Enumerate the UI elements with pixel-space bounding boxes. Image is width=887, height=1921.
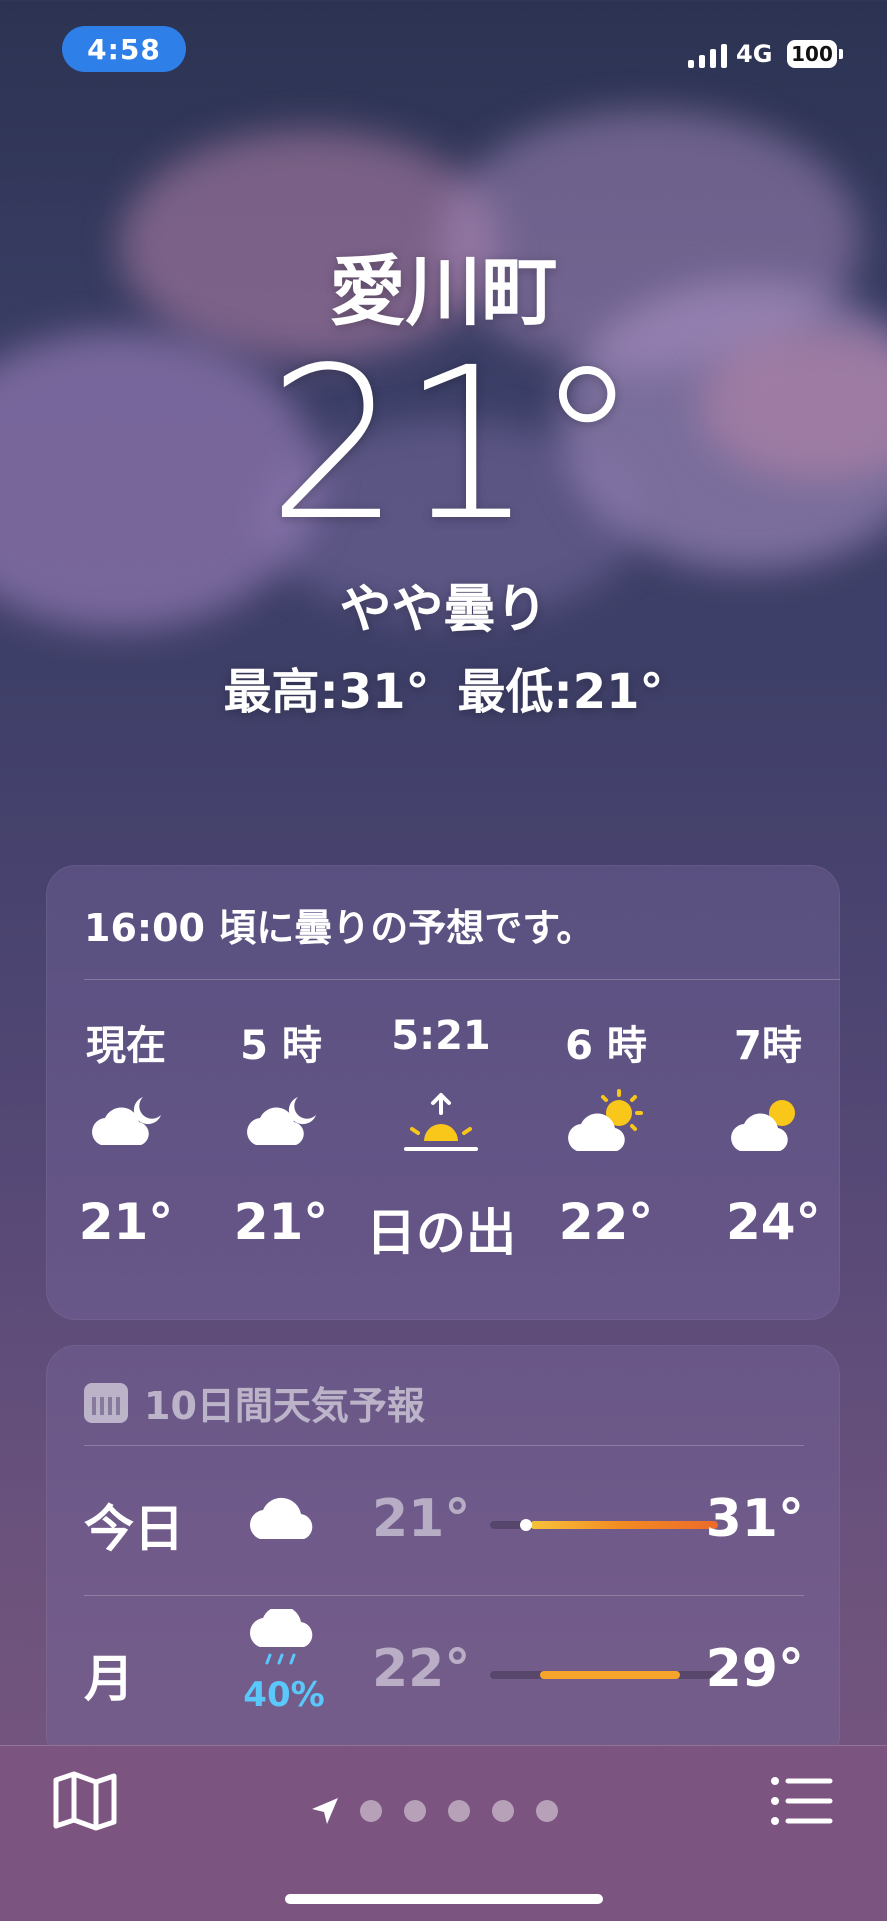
hour-time: 7時 xyxy=(734,1023,802,1069)
day-name: 月 xyxy=(84,1650,134,1708)
hour-temp: 22° xyxy=(558,1193,654,1251)
temp-range-track xyxy=(490,1671,718,1679)
battery-level: 100 xyxy=(791,42,833,66)
hourly-summary: 16:00 頃に曇りの予想です。 xyxy=(84,906,595,950)
hour-item[interactable]: 6 時 22° xyxy=(526,1013,686,1251)
location-arrow-icon[interactable] xyxy=(310,1796,340,1826)
page-indicator[interactable] xyxy=(310,1796,558,1826)
current-condition: やや曇り xyxy=(339,580,548,640)
hour-item[interactable]: 7時 24° xyxy=(716,1013,840,1251)
page-dot[interactable] xyxy=(360,1800,382,1822)
ten-day-title: 10日間天気予報 xyxy=(144,1384,425,1428)
current-temperature: 21° xyxy=(267,322,640,567)
hour-time: 5 時 xyxy=(240,1023,322,1069)
hour-item[interactable]: 5 時 21° xyxy=(206,1013,356,1251)
moon-cloud-icon xyxy=(51,1069,201,1179)
status-time[interactable]: 4:58 xyxy=(62,26,186,72)
rain-cloud-icon: 40% xyxy=(229,1605,339,1715)
temp-range-bar xyxy=(540,1671,680,1679)
ten-day-forecast-card[interactable]: 10日間天気予報 今日 21° 31° 月 40% 22° 29° xyxy=(46,1345,840,1765)
hour-item[interactable]: 5:21 日の出 xyxy=(346,1013,536,1265)
bottom-toolbar xyxy=(0,1745,887,1921)
day-name: 今日 xyxy=(84,1500,184,1558)
sunrise-icon xyxy=(346,1069,536,1179)
high-low: 最高:31° 最低:21° xyxy=(0,652,887,722)
page-dot[interactable] xyxy=(448,1800,470,1822)
map-icon[interactable] xyxy=(52,1770,118,1836)
day-low: 22° xyxy=(372,1639,471,1699)
status-bar: 4:58 4G 100 xyxy=(0,0,887,100)
calendar-icon xyxy=(84,1382,128,1423)
page-dot[interactable] xyxy=(536,1800,558,1822)
moon-cloud-icon xyxy=(206,1069,356,1179)
hour-temp: 21° xyxy=(233,1193,329,1251)
cellular-signal-icon xyxy=(688,42,727,68)
day-row[interactable]: 月 40% 22° 29° xyxy=(84,1595,804,1745)
current-temp-dot xyxy=(520,1519,532,1531)
day-row[interactable]: 今日 21° 31° xyxy=(84,1445,804,1595)
cloud-icon xyxy=(229,1493,339,1547)
day-low: 21° xyxy=(372,1489,471,1549)
ten-day-header: 10日間天気予報 xyxy=(84,1375,425,1430)
high-temp: 最高:31° xyxy=(223,664,430,720)
temp-range-bar xyxy=(530,1521,718,1529)
home-indicator[interactable] xyxy=(285,1894,603,1904)
precipitation-chance: 40% xyxy=(243,1675,325,1715)
day-high: 29° xyxy=(705,1639,804,1699)
divider xyxy=(84,979,840,980)
list-icon[interactable] xyxy=(770,1776,834,1830)
hour-temp: 24° xyxy=(726,1193,821,1251)
sun-cloud-icon xyxy=(716,1069,840,1179)
hour-item[interactable]: 現在 21° xyxy=(51,1013,201,1251)
hour-temp: 日の出 xyxy=(366,1204,516,1262)
page-dot[interactable] xyxy=(492,1800,514,1822)
hour-time: 現在 xyxy=(86,1023,166,1069)
hour-time: 5:21 xyxy=(391,1013,491,1059)
battery-icon: 100 xyxy=(787,40,843,68)
hourly-forecast-card[interactable]: 16:00 頃に曇りの予想です。 現在 21° 5 時 21° 5:21 日の出 xyxy=(46,865,840,1320)
hour-time: 6 時 xyxy=(565,1023,647,1069)
sun-cloud-icon xyxy=(526,1069,686,1179)
temp-range-track xyxy=(490,1519,718,1531)
low-temp: 最低:21° xyxy=(457,664,664,720)
day-high: 31° xyxy=(705,1489,804,1549)
network-type: 4G xyxy=(736,40,773,68)
hour-temp: 21° xyxy=(78,1193,174,1251)
page-dot[interactable] xyxy=(404,1800,426,1822)
